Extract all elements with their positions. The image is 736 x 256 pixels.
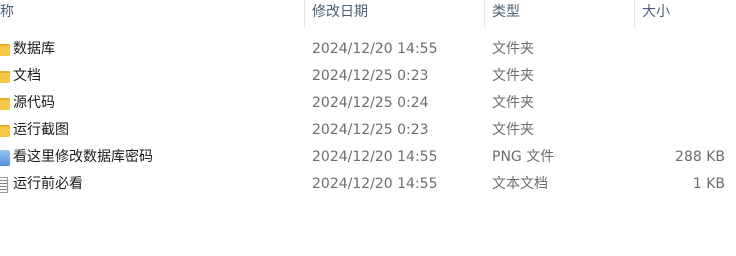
folder-icon bbox=[0, 98, 10, 110]
file-date: 2024/12/20 14:55 bbox=[312, 41, 438, 57]
file-date: 2024/12/25 0:24 bbox=[312, 95, 429, 111]
file-date: 2024/12/20 14:55 bbox=[312, 149, 438, 165]
file-name: 文档 bbox=[13, 68, 41, 84]
column-header-type[interactable]: 类型 bbox=[492, 0, 520, 28]
file-explorer: ^ 称 修改日期 类型 大小 数据库 2024/12/20 14:55 文件夹 … bbox=[0, 0, 736, 256]
file-row[interactable]: 看这里修改数据库密码 2024/12/20 14:55 PNG 文件 288 K… bbox=[0, 144, 736, 171]
column-header-name[interactable]: 称 bbox=[0, 0, 14, 28]
file-type: 文件夹 bbox=[492, 68, 534, 84]
file-name: 运行前必看 bbox=[13, 176, 83, 192]
file-date: 2024/12/20 14:55 bbox=[312, 176, 438, 192]
file-size: 288 KB bbox=[675, 149, 725, 165]
png-file-icon bbox=[0, 150, 10, 166]
file-list: 数据库 2024/12/20 14:55 文件夹 文档 2024/12/25 0… bbox=[0, 36, 736, 198]
sort-indicator: ^ bbox=[136, 0, 145, 5]
file-type: 文件夹 bbox=[492, 95, 534, 111]
column-header: ^ 称 修改日期 类型 大小 bbox=[0, 0, 736, 28]
column-divider[interactable] bbox=[634, 0, 635, 28]
file-row[interactable]: 运行截图 2024/12/25 0:23 文件夹 bbox=[0, 117, 736, 144]
file-name: 运行截图 bbox=[13, 122, 69, 138]
file-date: 2024/12/25 0:23 bbox=[312, 68, 429, 84]
file-type: 文件夹 bbox=[492, 41, 534, 57]
file-type: PNG 文件 bbox=[492, 149, 555, 165]
column-divider[interactable] bbox=[304, 0, 305, 28]
folder-icon bbox=[0, 125, 10, 137]
file-name: 数据库 bbox=[13, 41, 55, 57]
text-file-icon bbox=[0, 177, 8, 193]
file-type: 文件夹 bbox=[492, 122, 534, 138]
column-header-date[interactable]: 修改日期 bbox=[312, 0, 368, 28]
file-date: 2024/12/25 0:23 bbox=[312, 122, 429, 138]
folder-icon bbox=[0, 44, 10, 56]
file-name: 看这里修改数据库密码 bbox=[13, 149, 153, 165]
file-name: 源代码 bbox=[13, 95, 55, 111]
file-size: 1 KB bbox=[692, 176, 725, 192]
folder-icon bbox=[0, 71, 10, 83]
file-row[interactable]: 文档 2024/12/25 0:23 文件夹 bbox=[0, 63, 736, 90]
file-row[interactable]: 数据库 2024/12/20 14:55 文件夹 bbox=[0, 36, 736, 63]
column-header-size[interactable]: 大小 bbox=[642, 0, 670, 28]
column-divider[interactable] bbox=[484, 0, 485, 28]
file-row[interactable]: 运行前必看 2024/12/20 14:55 文本文档 1 KB bbox=[0, 171, 736, 198]
file-type: 文本文档 bbox=[492, 176, 548, 192]
file-row[interactable]: 源代码 2024/12/25 0:24 文件夹 bbox=[0, 90, 736, 117]
